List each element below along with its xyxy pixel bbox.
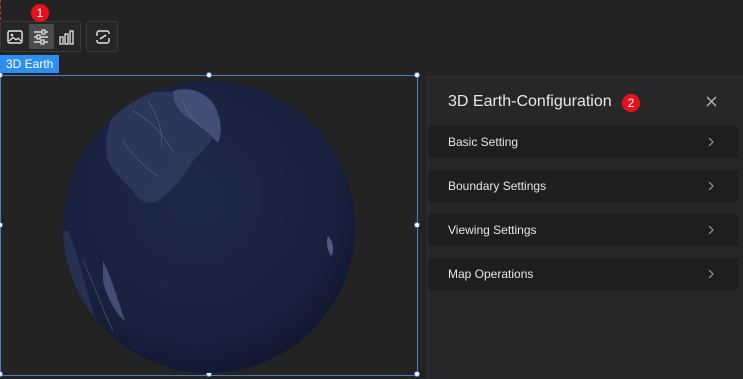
resize-handle-tr[interactable]	[414, 72, 420, 78]
resize-handle-tl[interactable]	[0, 72, 3, 78]
section-label: Viewing Settings	[448, 223, 537, 237]
chevron-right-icon	[708, 269, 714, 279]
toolbar-group-main	[0, 21, 81, 52]
image-tool-button[interactable]	[3, 24, 27, 49]
link-swap-icon	[95, 29, 110, 44]
resize-handle-bl[interactable]	[0, 371, 3, 377]
section-label: Basic Setting	[448, 135, 519, 149]
section-boundary-settings[interactable]: Boundary Settings	[428, 170, 738, 202]
configuration-panel: 3D Earth-Configuration 2 Basic Setting B…	[427, 76, 743, 379]
resize-handle-r[interactable]	[414, 222, 420, 228]
earth-globe[interactable]	[63, 81, 355, 373]
resize-handle-t[interactable]	[206, 72, 212, 78]
link-swap-button[interactable]	[90, 24, 115, 49]
step-badge-2: 2	[622, 94, 640, 112]
sliders-tool-button[interactable]	[29, 24, 54, 49]
section-label: Boundary Settings	[448, 179, 547, 193]
toolbar-group-secondary	[86, 21, 118, 52]
resize-handle-br[interactable]	[414, 371, 420, 377]
chevron-right-icon	[708, 225, 714, 235]
sliders-icon	[34, 28, 49, 45]
bar-chart-icon	[59, 29, 74, 45]
section-map-operations[interactable]: Map Operations	[428, 258, 738, 290]
chart-tool-button[interactable]	[56, 24, 80, 49]
close-button[interactable]	[703, 93, 719, 109]
panel-title: 3D Earth-Configuration	[448, 93, 612, 110]
close-icon	[706, 96, 716, 106]
component-canvas[interactable]	[0, 72, 420, 377]
section-basic-setting[interactable]: Basic Setting	[428, 126, 738, 158]
screen: 1 3D Earth 3D Earth-Configuration 2 Basi…	[0, 0, 743, 379]
component-tag[interactable]: 3D Earth	[0, 55, 60, 73]
resize-handle-l[interactable]	[0, 222, 3, 228]
section-viewing-settings[interactable]: Viewing Settings	[428, 214, 738, 246]
chevron-right-icon	[708, 137, 714, 147]
chevron-right-icon	[708, 181, 714, 191]
red-guide-line	[0, 0, 1, 20]
section-label: Map Operations	[448, 267, 534, 281]
step-badge-1: 1	[31, 4, 49, 22]
image-icon	[7, 29, 23, 44]
